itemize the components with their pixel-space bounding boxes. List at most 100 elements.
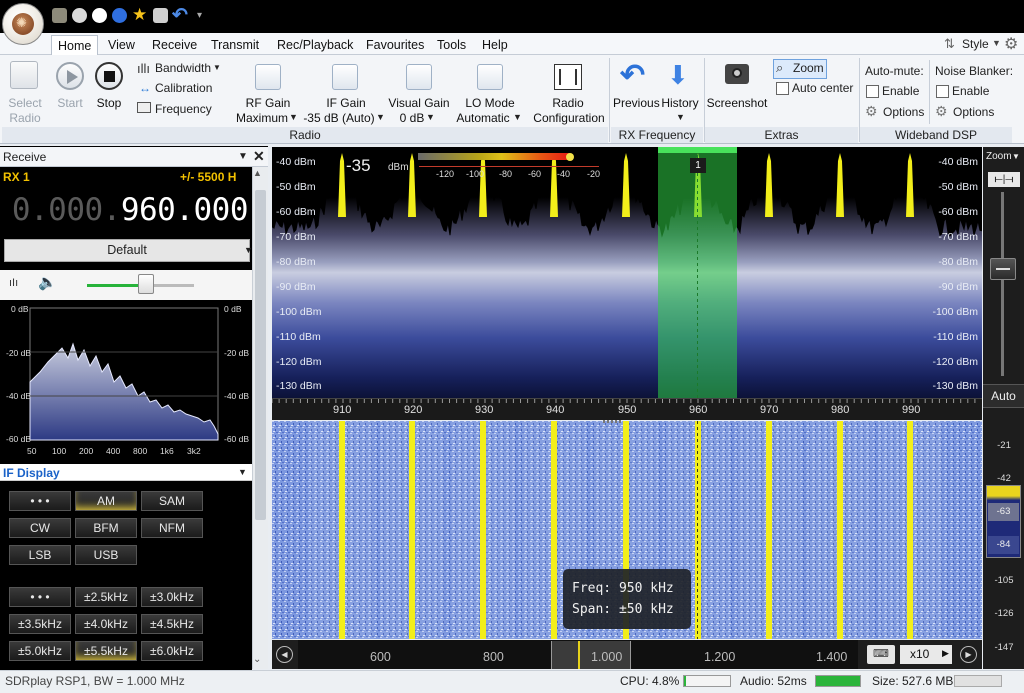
mode-cw-button[interactable]: CW (9, 518, 71, 538)
style-dropdown-icon[interactable]: ▼ (992, 38, 1001, 48)
spectrum-display[interactable] (272, 147, 982, 398)
if-display-title: IF Display (3, 466, 60, 480)
zoom-mode-selector[interactable]: Zoom (986, 151, 1012, 162)
play-icon[interactable] (72, 8, 87, 23)
previous-button[interactable]: Previous (613, 96, 660, 111)
auto-mute-options-button[interactable]: Options (883, 105, 924, 119)
tab-home[interactable]: Home (51, 35, 99, 55)
settings-gear-icon[interactable]: ⚙ (1004, 34, 1018, 54)
panel-close-icon[interactable]: ✕ (253, 148, 265, 165)
keyboard-icon[interactable]: ⌨ (867, 645, 895, 664)
frequency-tooltip: Freq: 950 kHz Span: ±50 kHz (563, 569, 691, 629)
history-button[interactable]: History (660, 96, 700, 111)
lo-mode-value[interactable]: Automatic (452, 111, 514, 126)
bandwidth-3-0khz-button[interactable]: ±3.0kHz (141, 587, 203, 607)
frequency-readout[interactable]: 0.000.960.000 (0, 190, 252, 230)
zoom-magnifier-icon: ⌕ (776, 60, 784, 75)
mode-bfm-button[interactable]: BFM (75, 518, 137, 538)
app-logo[interactable] (2, 3, 44, 45)
history-dropdown-icon[interactable]: ▼ (676, 112, 685, 122)
noise-blanker-options-button[interactable]: Options (953, 105, 994, 119)
scroll-down-icon[interactable]: ⌄ (253, 654, 261, 665)
mini-x-label: 800 (133, 446, 148, 456)
bandwidth-button[interactable]: Bandwidth (155, 61, 211, 75)
tab-view[interactable]: View (102, 35, 141, 55)
lo-mode-dropdown-icon[interactable]: ▼ (513, 112, 522, 122)
frequency-button[interactable]: Frequency (155, 102, 212, 116)
bandwidth-5-5khz-button[interactable]: ±5.5kHz (75, 641, 137, 661)
auto-scale-button[interactable]: Auto (983, 384, 1024, 408)
overview-scroll-right-icon[interactable]: ▶ (960, 646, 977, 663)
quick-access-dropdown-icon[interactable]: ▾ (197, 10, 202, 21)
scroll-up-icon[interactable]: ▲ (253, 168, 262, 178)
tab-rec-playback[interactable]: Rec/Playback (271, 35, 359, 55)
mode-sam-button[interactable]: SAM (141, 491, 203, 511)
center-align-icon[interactable]: ⟝|⟞ (988, 172, 1020, 187)
style-palette-icon[interactable]: ⇅ (944, 36, 955, 52)
stop-button[interactable]: Stop (91, 96, 127, 111)
tab-transmit[interactable]: Transmit (205, 35, 265, 55)
mode-lsb-button[interactable]: LSB (9, 545, 71, 565)
audio-spectrum: 0 dB -20 dB -40 dB -60 dB 0 dB -20 dB -4… (0, 300, 252, 462)
ribbon-separator (609, 58, 610, 142)
radio-configuration-label-1[interactable]: Radio (530, 96, 606, 111)
bandwidth-3-5khz-button[interactable]: ±3.5kHz (9, 614, 71, 634)
bandwidth-6-0khz-button[interactable]: ±6.0kHz (141, 641, 203, 661)
rf-gain-value[interactable]: Maximum (230, 111, 294, 126)
bandwidth-2-5khz-button[interactable]: ±2.5kHz (75, 587, 137, 607)
undo-icon[interactable]: ↶ (172, 4, 188, 27)
mode-more-button[interactable]: • • • (9, 491, 71, 511)
favourite-star-icon[interactable]: ★ (132, 5, 147, 25)
style-menu[interactable]: Style (962, 37, 989, 51)
receive-preset-dropdown[interactable]: Default (4, 239, 250, 262)
tab-receive[interactable]: Receive (146, 35, 203, 55)
bandwidth-5-0khz-button[interactable]: ±5.0kHz (9, 641, 71, 661)
spectrum-zoom-slider-thumb[interactable] (990, 258, 1016, 280)
volume-slider-thumb[interactable] (138, 274, 154, 294)
open-folder-icon[interactable] (52, 8, 67, 23)
radio-configuration-button[interactable]: Configuration (528, 111, 610, 126)
left-panel-scroll-thumb[interactable] (255, 190, 266, 520)
spectrum-zoom-slider-track[interactable] (1001, 192, 1004, 376)
tab-favourites[interactable]: Favourites (360, 35, 430, 55)
mode-usb-button[interactable]: USB (75, 545, 137, 565)
rf-gain-dropdown-icon[interactable]: ▼ (289, 112, 298, 122)
frequency-readout-leading-digits[interactable]: 0.000. (12, 192, 121, 228)
visual-gain-dropdown-icon[interactable]: ▼ (426, 112, 435, 122)
bandwidth-4-0khz-button[interactable]: ±4.0kHz (75, 614, 137, 634)
if-display-dropdown-icon[interactable]: ▼ (238, 467, 247, 477)
auto-center-checkbox[interactable] (776, 82, 789, 95)
screenshot-button[interactable]: Screenshot (705, 96, 769, 111)
channel-marker[interactable]: 1 (690, 158, 706, 173)
start-button[interactable]: Start (52, 96, 88, 111)
speaker-icon[interactable]: 🔈 (38, 273, 57, 291)
audio-meter-icon[interactable]: ıIı (9, 277, 18, 289)
bandwidth-dropdown-icon[interactable]: ▼ (213, 63, 221, 72)
panel-menu-dropdown-icon[interactable]: ▼ (238, 151, 248, 162)
tab-tools[interactable]: Tools (431, 35, 472, 55)
waterfall-range-bottom-handle[interactable]: -84 (988, 536, 1019, 554)
stop-icon[interactable] (92, 8, 107, 23)
camera-icon[interactable] (153, 8, 168, 23)
calibration-button[interactable]: Calibration (155, 81, 212, 95)
bandwidth-4-5khz-button[interactable]: ±4.5kHz (141, 614, 203, 634)
splitter-grip[interactable] (603, 420, 621, 423)
group-label-extras: Extras (705, 127, 858, 143)
start-play-icon (56, 62, 84, 90)
mode-am-button[interactable]: AM (75, 491, 137, 511)
if-gain-value[interactable]: -35 dB (Auto) (300, 111, 378, 126)
zoom-mode-dropdown-icon[interactable]: ▼ (1012, 152, 1020, 161)
frequency-readout-digits[interactable]: 960.000 (121, 192, 249, 228)
overview-scroll-left-icon[interactable]: ◀ (276, 646, 293, 663)
auto-mute-enable-checkbox[interactable] (866, 85, 879, 98)
bandwidth-more-button[interactable]: • • • (9, 587, 71, 607)
mode-nfm-button[interactable]: NFM (141, 518, 203, 538)
zoom-factor-dropdown-icon[interactable]: ▶ (942, 648, 949, 659)
tab-help[interactable]: Help (476, 35, 514, 55)
waterfall-range-top-handle[interactable]: -63 (988, 503, 1019, 521)
select-radio-button[interactable]: Select Radio (3, 96, 47, 126)
noise-blanker-enable-checkbox[interactable] (936, 85, 949, 98)
add-icon[interactable] (112, 8, 127, 23)
if-gain-dropdown-icon[interactable]: ▼ (376, 112, 385, 122)
stop-square-icon (95, 62, 123, 90)
